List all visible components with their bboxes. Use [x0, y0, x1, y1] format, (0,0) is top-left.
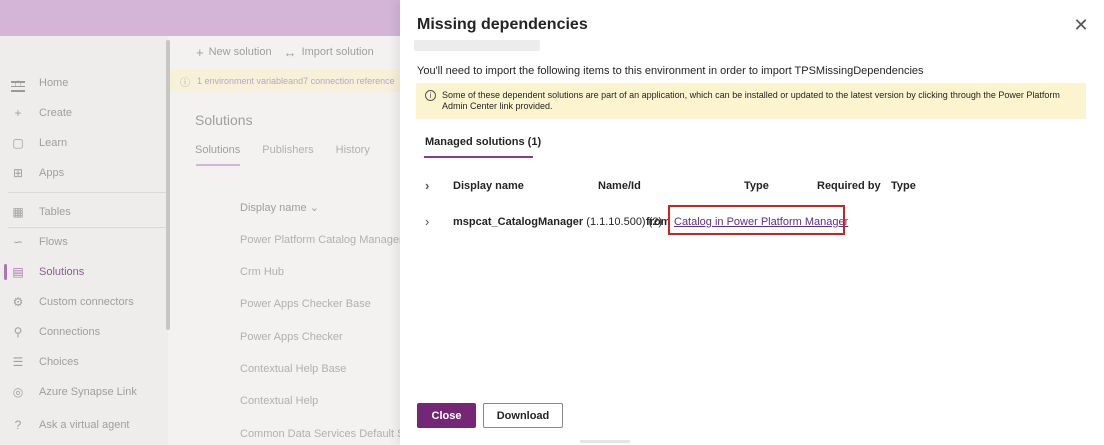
close-button[interactable]: Close	[417, 403, 476, 428]
table-row[interactable]: Power Apps Checker Base	[240, 298, 371, 310]
solutions-page: + New solution ↔ Import solution ⓘ 1 envir…	[170, 36, 411, 445]
plus-icon: +	[14, 106, 22, 120]
dialog-title: Missing dependencies	[417, 16, 588, 33]
sidebar-item-label: Tables	[39, 206, 71, 218]
warning-text: Some of these dependent solutions are pa…	[442, 90, 1060, 111]
sidebar-item-create[interactable]: + Create	[0, 99, 168, 127]
sidebar-item-ask-a-virtual-agent[interactable]: ? Ask a virtual agent	[0, 411, 168, 439]
help-icon: ?	[14, 418, 22, 432]
sidebar-item-home[interactable]: ⌂ Home	[0, 69, 168, 97]
connection-reference-link[interactable]: 7 connection reference	[303, 76, 395, 86]
new-solution-button[interactable]: + New solution	[196, 45, 272, 60]
sidebar-item-label: Azure Synapse Link	[39, 386, 137, 398]
home-icon: ⌂	[14, 76, 22, 90]
sidebar-item-label: Custom connectors	[39, 296, 134, 308]
environment-notice-bar: ⓘ 1 environment variable and 7 connectio…	[170, 70, 400, 92]
plug-icon: ⚲	[13, 325, 23, 339]
dialog-intro-text: You'll need to import the following item…	[417, 65, 924, 77]
solutions-tabs: Solutions Publishers History	[195, 144, 392, 156]
info-icon: ⓘ	[180, 77, 190, 89]
sidebar-item-label: Home	[39, 77, 69, 89]
tab-selected-indicator	[424, 156, 533, 158]
info-icon: i	[425, 90, 436, 101]
import-solution-button[interactable]: ↔ Import solution	[284, 45, 374, 60]
display-name-column-header[interactable]: Display name ⌄	[240, 201, 319, 214]
table-row[interactable]: Crm Hub	[240, 266, 284, 278]
chevron-right-icon[interactable]: ›	[425, 178, 429, 193]
notice-and-text: and	[288, 76, 304, 86]
table-icon: ▦	[12, 205, 24, 219]
tab-solutions[interactable]: Solutions	[195, 144, 240, 156]
import-solution-label: Import solution	[301, 46, 374, 58]
nav-divider	[8, 227, 166, 228]
new-solution-label: New solution	[208, 46, 272, 58]
sidebar-item-label: Create	[39, 107, 73, 119]
table-row[interactable]: Contextual Help	[240, 395, 318, 407]
download-button[interactable]: Download	[483, 403, 563, 428]
header-type-2: Type	[891, 180, 916, 192]
column-header-label: Display name	[240, 202, 307, 214]
sidebar-item-azure-synapse-link[interactable]: ◎ Azure Synapse Link	[0, 378, 168, 406]
dependencies-table-header: › Display name Name/Id Type Required by …	[417, 175, 1087, 197]
table-row[interactable]: Common Data Services Default So	[240, 428, 411, 440]
chevron-right-icon[interactable]: ›	[425, 214, 429, 229]
sidebar-item-flows[interactable]: ∽ Flows	[0, 228, 168, 256]
dependency-name-text: mspcat_CatalogManager	[453, 216, 584, 228]
dependency-name: mspcat_CatalogManager (1.1.10.500) (2)	[453, 216, 662, 228]
app-root: ⌂ Home + Create ▢ Learn ⊞ Apps ▦ Tables ∽ Flows ▤ Sol…	[0, 0, 1104, 445]
import-icon: ↔	[283, 44, 297, 60]
header-required-by: Required by	[817, 180, 881, 192]
sidebar-item-tables[interactable]: ▦ Tables	[0, 198, 168, 226]
tab-history[interactable]: History	[336, 144, 370, 156]
sidebar-item-label: Connections	[39, 326, 101, 338]
sidebar-item-apps[interactable]: ⊞ Apps	[0, 159, 168, 187]
sidebar-item-choices[interactable]: ☰ Choices	[0, 348, 168, 376]
table-row[interactable]: Power Apps Checker	[240, 331, 343, 343]
environment-variable-link[interactable]: 1 environment variable	[197, 76, 288, 86]
tab-selected-indicator	[196, 164, 240, 166]
table-row[interactable]: Power Platform Catalog Manager	[240, 234, 403, 246]
redacted-subtitle	[414, 40, 540, 51]
header-name-id: Name/Id	[598, 180, 641, 192]
sidebar-item-label: Ask a virtual agent	[39, 419, 130, 431]
warning-message-bar: i Some of these dependent solutions are …	[416, 83, 1086, 119]
sidebar-item-solutions[interactable]: ▤ Solutions	[0, 258, 168, 286]
sidebar-item-connections[interactable]: ⚲ Connections	[0, 318, 168, 346]
sidebar-item-label: Solutions	[39, 266, 85, 278]
apps-icon: ⊞	[12, 166, 24, 180]
header-display-name: Display name	[453, 180, 524, 192]
from-label: from	[646, 216, 671, 228]
flow-icon: ∽	[12, 235, 24, 249]
book-icon: ▢	[12, 136, 24, 150]
sidebar-item-custom-connectors[interactable]: ⚙ Custom connectors	[0, 288, 168, 316]
highlight-box	[668, 205, 845, 235]
sidebar-item-label: Flows	[39, 236, 68, 248]
command-bar: + New solution ↔ Import solution	[170, 36, 400, 68]
tab-publishers[interactable]: Publishers	[262, 144, 313, 156]
header-type: Type	[744, 180, 769, 192]
sidebar-item-label: Choices	[39, 356, 79, 368]
synapse-icon: ◎	[12, 385, 24, 399]
page-title: Solutions	[195, 112, 253, 128]
bottom-divider	[580, 440, 630, 443]
solution-icon: ▤	[12, 265, 24, 279]
close-icon[interactable]: ✕	[1072, 16, 1090, 34]
nav-divider	[8, 192, 166, 193]
sidebar-item-label: Apps	[39, 167, 65, 179]
tab-managed-solutions[interactable]: Managed solutions (1)	[425, 136, 541, 148]
chevron-down-icon: ⌄	[309, 202, 319, 214]
plus-icon: +	[196, 44, 204, 60]
sidebar-item-learn[interactable]: ▢ Learn	[0, 129, 168, 157]
list-icon: ☰	[12, 355, 24, 369]
table-row[interactable]: Contextual Help Base	[240, 363, 346, 375]
sidebar-item-label: Learn	[39, 137, 68, 149]
left-navigation: ⌂ Home + Create ▢ Learn ⊞ Apps ▦ Tables ∽ Flows ▤ Sol…	[0, 36, 168, 445]
connector-icon: ⚙	[12, 295, 24, 309]
